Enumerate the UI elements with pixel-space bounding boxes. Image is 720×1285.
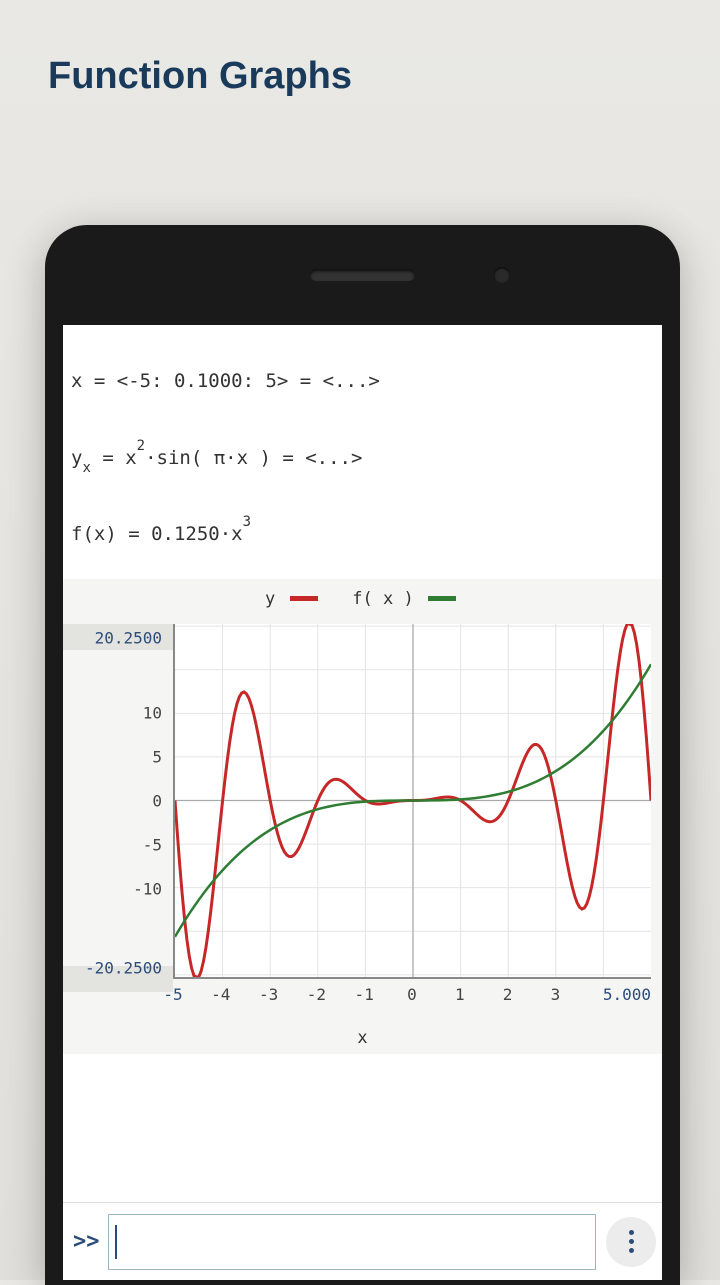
camera-icon xyxy=(494,267,510,283)
expression-f[interactable]: f(x) = 0.1250·x3 xyxy=(71,520,654,549)
expression-area: x = <-5: 0.1000: 5> = <...> yx = x2·sin(… xyxy=(63,325,662,579)
speaker-icon xyxy=(310,269,415,281)
y-axis-labels: 20.2500 10 5 0 -5 -10 -20.2500 xyxy=(63,624,168,979)
x-tick: -2 xyxy=(307,985,326,1004)
y-tick-min: -20.2500 xyxy=(85,958,162,977)
legend-label-fx: f( x ) xyxy=(352,589,413,609)
chart-area[interactable]: y f( x ) 20.2500 10 5 0 -5 -10 -20.2500 xyxy=(63,579,662,1054)
x-tick: -1 xyxy=(355,985,374,1004)
command-input[interactable] xyxy=(108,1214,597,1270)
more-menu-button[interactable] xyxy=(606,1217,656,1267)
legend-label-y: y xyxy=(265,589,275,609)
expression-y[interactable]: yx = x2·sin( π·x ) = <...> xyxy=(71,444,654,473)
x-tick: 3 xyxy=(551,985,561,1004)
more-vertical-icon xyxy=(629,1248,634,1253)
input-bar: >> xyxy=(63,1202,662,1280)
x-tick: -4 xyxy=(211,985,230,1004)
chart-legend: y f( x ) xyxy=(63,589,662,609)
plot-canvas[interactable] xyxy=(173,624,651,979)
input-prompt: >> xyxy=(69,1229,108,1254)
more-vertical-icon xyxy=(629,1239,634,1244)
y-tick: -10 xyxy=(133,879,162,898)
expr-superscript: 2 xyxy=(137,438,145,454)
plot-svg xyxy=(175,624,651,977)
x-tick: -3 xyxy=(259,985,278,1004)
legend-swatch-fx xyxy=(428,596,456,601)
x-tick-max: 5.000 xyxy=(603,985,651,1004)
x-tick: 1 xyxy=(455,985,465,1004)
x-axis-title: x xyxy=(357,1028,367,1048)
y-tick: -5 xyxy=(143,835,162,854)
page-title: Function Graphs xyxy=(0,0,720,98)
expr-text: f(x) = 0.1250·x xyxy=(71,523,243,545)
expr-text: ·sin( π·x ) = <...> xyxy=(145,447,362,469)
expr-text: x = <-5: 0.1000: 5> = <...> xyxy=(71,370,380,392)
y-tick: 5 xyxy=(152,748,162,767)
x-tick: 0 xyxy=(407,985,417,1004)
phone-top-bezel xyxy=(45,225,680,325)
phone-frame: x = <-5: 0.1000: 5> = <...> yx = x2·sin(… xyxy=(45,225,680,1285)
expr-text: y xyxy=(71,447,82,469)
text-cursor xyxy=(115,1225,117,1259)
expr-text: = x xyxy=(91,447,137,469)
expr-subscript: x xyxy=(82,460,90,476)
expression-x[interactable]: x = <-5: 0.1000: 5> = <...> xyxy=(71,367,654,396)
x-tick: -5 xyxy=(163,985,182,1004)
app-screen: x = <-5: 0.1000: 5> = <...> yx = x2·sin(… xyxy=(63,325,662,1280)
more-vertical-icon xyxy=(629,1230,634,1235)
y-tick: 10 xyxy=(143,704,162,723)
x-tick: 2 xyxy=(503,985,513,1004)
expr-superscript: 3 xyxy=(243,514,251,530)
y-tick-max: 20.2500 xyxy=(95,628,162,647)
legend-swatch-y xyxy=(290,596,318,601)
y-tick: 0 xyxy=(152,792,162,811)
